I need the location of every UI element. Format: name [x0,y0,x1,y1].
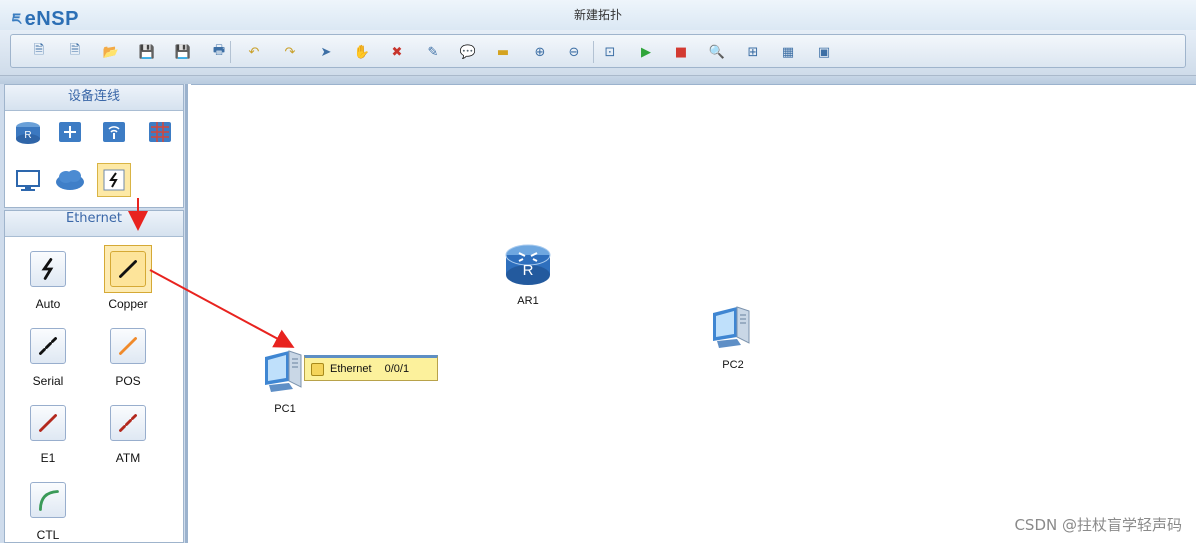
router-category-icon[interactable]: R [11,115,45,149]
serial-cable-button[interactable]: Serial [13,322,83,394]
draw-rectangle-icon[interactable]: ▬ [493,42,513,62]
zoom-in-icon[interactable]: ⊕ [530,42,550,62]
copper-cable-button[interactable]: Copper [93,245,163,317]
cable-category-icon[interactable] [97,163,131,197]
pc-terminal-category-icon[interactable] [11,163,45,197]
router-icon: R [501,241,555,289]
console-icon[interactable]: ▣ [814,42,834,62]
e1-cable-label: E1 [13,451,83,465]
redo-icon[interactable]: ↷ [280,42,300,62]
switch-category-icon[interactable] [53,115,87,149]
auto-cable-icon [30,251,66,287]
device-panel-header: 设备连线 [5,85,183,111]
open-icon[interactable]: 📂 [101,42,121,62]
undo-icon[interactable]: ↶ [244,42,264,62]
title-bar: ཇeNSP 新建拓扑 [0,0,1196,30]
toolbar-separator [593,41,594,63]
topology-canvas[interactable]: R AR1 PC2 PC1 Ethernet 0/0/1 [191,84,1196,543]
sidebar: 设备连线 R Ethernet Auto Copper Serial POS E1 ATM… [0,84,188,543]
fit-view-icon[interactable]: ⊡ [600,42,620,62]
port-number: 0/0/1 [385,363,409,375]
topology-icon[interactable]: ⊞ [743,42,763,62]
router-ar1[interactable]: R AR1 [501,241,555,307]
atm-cable-icon [110,405,146,441]
serial-cable-icon [30,328,66,364]
ethernet-port-icon [311,363,324,376]
copper-cable-icon [110,251,146,287]
window-title: 新建拓扑 [0,6,1196,23]
e1-cable-icon [30,405,66,441]
copper-cable-label: Copper [93,297,163,311]
svg-text:R: R [24,130,31,141]
pc-icon [705,303,761,353]
toolbar-separator [230,41,231,63]
pc-pc2[interactable]: PC2 [705,303,761,371]
start-device-icon[interactable]: ▶ [636,42,656,62]
pan-hand-icon[interactable]: ✋ [352,42,372,62]
new-example-icon[interactable]: 🗎 [65,42,85,62]
port-select-tooltip[interactable]: Ethernet 0/0/1 [304,355,438,381]
save-icon[interactable]: 💾 [137,42,157,62]
e1-cable-button[interactable]: E1 [13,399,83,471]
toolbar-frame: 🗎 🗎 📂 💾 💾 🖶 ↶ ↷ ➤ ✋ ✖ ✎ 💬 ▬ ⊕ ⊖ ⊡ ▶ ■ 🔍 ⊞ ▦ ▣ [10,34,1186,68]
delete-icon[interactable]: ✖ [387,42,407,62]
wireless-category-icon[interactable] [97,115,131,149]
port-type: Ethernet [330,363,372,375]
zoom-out-icon[interactable]: ⊖ [564,42,584,62]
select-icon[interactable]: ➤ [316,42,336,62]
serial-cable-label: Serial [13,374,83,388]
auto-cable-button[interactable]: Auto [13,245,83,317]
delete-all-links-icon[interactable]: ✎ [423,42,443,62]
new-topology-icon[interactable]: 🗎 [29,42,49,62]
pos-cable-label: POS [93,374,163,388]
watermark: CSDN @拄杖盲学轻声码 [1014,514,1182,535]
cable-panel: Ethernet Auto Copper Serial POS E1 ATM CTL [4,210,184,543]
pc2-label: PC2 [705,359,761,371]
pc1-label: PC1 [257,403,313,415]
atm-cable-button[interactable]: ATM [93,399,163,471]
atm-cable-label: ATM [93,451,163,465]
toolbar: 🗎 🗎 📂 💾 💾 🖶 ↶ ↷ ➤ ✋ ✖ ✎ 💬 ▬ ⊕ ⊖ ⊡ ▶ ■ 🔍 ⊞ ▦ ▣ [0,30,1196,76]
ctl-cable-label: CTL [13,528,83,542]
cable-panel-header: Ethernet [5,211,183,237]
capture-icon[interactable]: 🔍 [707,42,727,62]
grid-icon[interactable]: ▦ [778,42,798,62]
save-as-icon[interactable]: 💾 [173,42,193,62]
text-annotation-icon[interactable]: 💬 [458,42,478,62]
router-label: AR1 [501,295,555,307]
firewall-category-icon[interactable] [143,115,177,149]
stop-device-icon[interactable]: ■ [671,42,691,62]
toolbar-divider [0,76,1196,84]
auto-cable-label: Auto [13,297,83,311]
print-icon[interactable]: 🖶 [209,42,229,62]
pos-cable-button[interactable]: POS [93,322,163,394]
pos-cable-icon [110,328,146,364]
cloud-category-icon[interactable] [53,163,87,197]
ctl-cable-button[interactable]: CTL [13,476,83,548]
svg-text:R: R [523,262,534,279]
device-panel: 设备连线 R [4,84,184,208]
ctl-cable-icon [30,482,66,518]
